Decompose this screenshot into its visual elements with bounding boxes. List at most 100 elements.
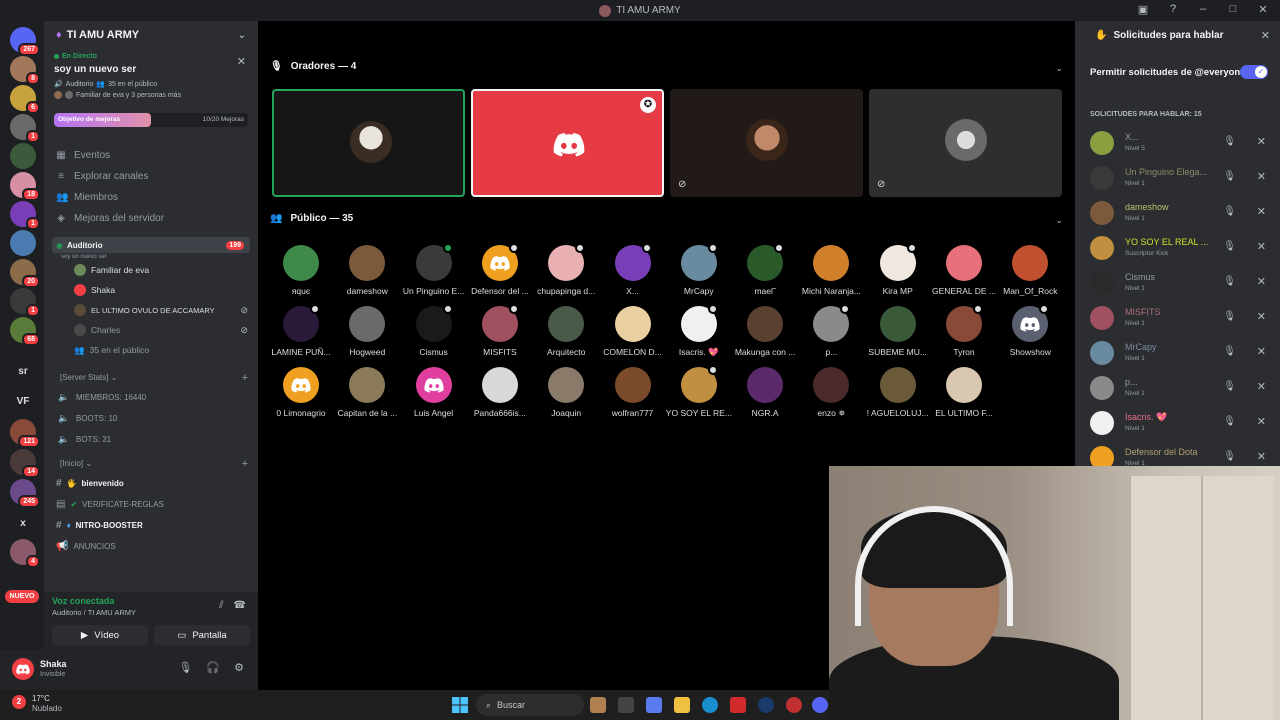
category-inicio[interactable]: [Inicio] ⌄ + [44, 454, 258, 473]
invite-to-speak-icon[interactable]: 🎙 [1223, 416, 1236, 427]
server-icon[interactable]: 68 [10, 317, 40, 346]
avatar[interactable] [12, 658, 34, 680]
audience-member[interactable]: X... [600, 243, 666, 296]
microphone-icon[interactable]: 🎙 [178, 661, 192, 674]
audience-member[interactable]: wolfran777 [600, 367, 666, 418]
invite-to-speak-icon[interactable]: 🎙 [1223, 451, 1236, 462]
audience-member[interactable]: Isacris. 💖 [666, 304, 732, 358]
server-icon[interactable]: 1 [10, 114, 40, 143]
request-item[interactable]: Isacris. 💖 Nivel 1 🎙 ✕ [1090, 407, 1270, 437]
audience-count-row[interactable]: 👥 35 en el público [44, 340, 258, 360]
steam-icon[interactable] [758, 697, 774, 713]
request-item[interactable]: X... Nivel 5 🎙 ✕ [1090, 127, 1270, 157]
audience-member[interactable]: Un Pinguino E... [401, 243, 467, 296]
chevron-down-icon[interactable]: ⌄ [1055, 215, 1063, 226]
category-server-stats[interactable]: [Server Stats] ⌄ + [44, 368, 258, 387]
voice-status[interactable]: Voz conectada [52, 596, 114, 606]
weather-widget[interactable]: 17°C Nublado [32, 694, 62, 714]
copilot-icon[interactable] [646, 697, 662, 713]
request-item[interactable]: Un Pinguino Elega... Nivel 1 🎙 ✕ [1090, 162, 1270, 192]
voice-user[interactable]: Familiar de eva [44, 260, 258, 280]
voice-user[interactable]: EL ULTIMO OVULO DE ACCAMARY ⊘ [44, 300, 258, 320]
maximize-button[interactable]: □ [1226, 3, 1240, 16]
audience-member[interactable]: MrCapy [666, 243, 732, 296]
chevron-down-icon[interactable]: ⌄ [1055, 63, 1063, 74]
server-icon[interactable]: 6 [10, 85, 40, 114]
request-item[interactable]: MrCapy Nivel 1 🎙 ✕ [1090, 337, 1270, 367]
minimize-button[interactable]: – [1196, 3, 1210, 16]
discord-icon[interactable] [812, 697, 828, 713]
live-stage-card[interactable]: En Directo ✕ soy un nuevo ser 🔊 Auditorio… [44, 49, 258, 99]
close-icon[interactable]: ✕ [237, 55, 246, 68]
audience-member[interactable]: dameshow [334, 245, 400, 296]
user-name[interactable]: Shaka [40, 659, 67, 669]
nav-events[interactable]: ▦ Eventos [56, 145, 258, 166]
server-icon[interactable]: 20 [10, 259, 40, 288]
voice-user[interactable]: Shaka [44, 280, 258, 300]
request-item[interactable]: MISFITS Nivel 1 🎙 ✕ [1090, 302, 1270, 332]
audience-member[interactable]: Luis Angel [401, 367, 467, 418]
invite-to-speak-icon[interactable]: 🎙 [1223, 171, 1236, 182]
invite-to-speak-icon[interactable]: 🎙 [1223, 346, 1236, 357]
audience-member[interactable]: яquє [268, 245, 334, 296]
dismiss-request-icon[interactable]: ✕ [1257, 240, 1266, 253]
request-item[interactable]: YO SOY EL REAL ... Suscriptor Kick 🎙 ✕ [1090, 232, 1270, 262]
close-window-button[interactable]: ✕ [1256, 3, 1270, 16]
add-channel-icon[interactable]: + [242, 372, 248, 384]
request-item[interactable]: dameshow Nivel 1 🎙 ✕ [1090, 197, 1270, 227]
folder-label-x[interactable]: x [8, 518, 38, 529]
speakers-header[interactable]: 🎙 Oradores — 4 [270, 61, 356, 72]
audience-member[interactable]: Man_Of_Rock [997, 245, 1063, 296]
dismiss-request-icon[interactable]: ✕ [1257, 170, 1266, 183]
server-icon[interactable] [10, 143, 36, 169]
text-channel[interactable]: 📢 ANUNCIOS [44, 536, 258, 557]
server-icon[interactable]: 1 [10, 288, 40, 317]
folder-label-vf[interactable]: VF [8, 396, 38, 407]
audience-member[interactable]: MISFITS [467, 304, 533, 357]
server-icon[interactable]: 245 [10, 479, 40, 508]
voice-user[interactable]: Charles ⊘ [44, 320, 258, 340]
inbox-icon[interactable]: ▣ [1136, 3, 1150, 16]
server-icon[interactable]: 8 [10, 56, 40, 85]
invite-to-speak-icon[interactable]: 🎙 [1223, 311, 1236, 322]
dismiss-request-icon[interactable]: ✕ [1257, 135, 1266, 148]
audience-member[interactable]: ! AGUELOLUJ... [865, 367, 931, 418]
request-item[interactable]: Cismus Nivel 1 🎙 ✕ [1090, 267, 1270, 297]
folder-label-sr[interactable]: sr [8, 366, 38, 377]
audience-member[interactable]: SUBEME MU... [865, 306, 931, 357]
voice-channel[interactable]: Auditorio / TI AMU ARMY [52, 608, 136, 617]
gear-icon[interactable]: ⚙ [234, 661, 244, 674]
audience-member[interactable]: EL ULTIMO F... [931, 367, 997, 418]
noise-suppression-icon[interactable]: ⫽ [219, 600, 223, 611]
server-icon[interactable] [10, 230, 36, 256]
nav-browse-channels[interactable]: ≡ Explorar canales [56, 166, 258, 187]
server-icon[interactable]: 121 [10, 419, 40, 448]
audience-member[interactable]: Showshow [997, 304, 1063, 357]
dismiss-request-icon[interactable]: ✕ [1257, 310, 1266, 323]
request-item[interactable]: p... Nivel 1 🎙 ✕ [1090, 372, 1270, 402]
permission-toggle[interactable] [1240, 65, 1268, 79]
close-icon[interactable]: ✕ [1261, 29, 1270, 42]
audience-member[interactable]: Arquitecto [533, 306, 599, 357]
audience-member[interactable]: Cismus [401, 304, 467, 357]
dismiss-request-icon[interactable]: ✕ [1257, 415, 1266, 428]
headphones-icon[interactable]: 🎧 [206, 661, 220, 674]
invite-to-speak-icon[interactable]: 🎙 [1223, 276, 1236, 287]
audience-member[interactable]: GENERAL DE ... [931, 245, 997, 296]
speaker-tile[interactable]: ✪ [471, 89, 664, 197]
audience-member[interactable]: Defensor del ... [467, 243, 533, 296]
dismiss-request-icon[interactable]: ✕ [1257, 205, 1266, 218]
speaker-tile[interactable]: ⊘ [670, 89, 863, 197]
audience-member[interactable]: p... [798, 304, 864, 357]
windows-start-icon[interactable] [452, 697, 468, 713]
audience-member[interactable]: chupapinga d... [533, 243, 599, 296]
search-highlight-icon[interactable] [590, 697, 606, 713]
file-explorer-icon[interactable] [674, 697, 690, 713]
audience-member[interactable]: mael˜ [732, 243, 798, 296]
server-icon[interactable]: 4 [10, 539, 40, 568]
audience-member[interactable]: Joaquin [533, 367, 599, 418]
speaker-tile[interactable] [272, 89, 465, 197]
audience-member[interactable]: LAMINE PUÑ... [268, 304, 334, 357]
text-channel[interactable]: # 🖐 bienvenido [44, 473, 258, 494]
audience-member[interactable]: Hogweed [334, 306, 400, 357]
